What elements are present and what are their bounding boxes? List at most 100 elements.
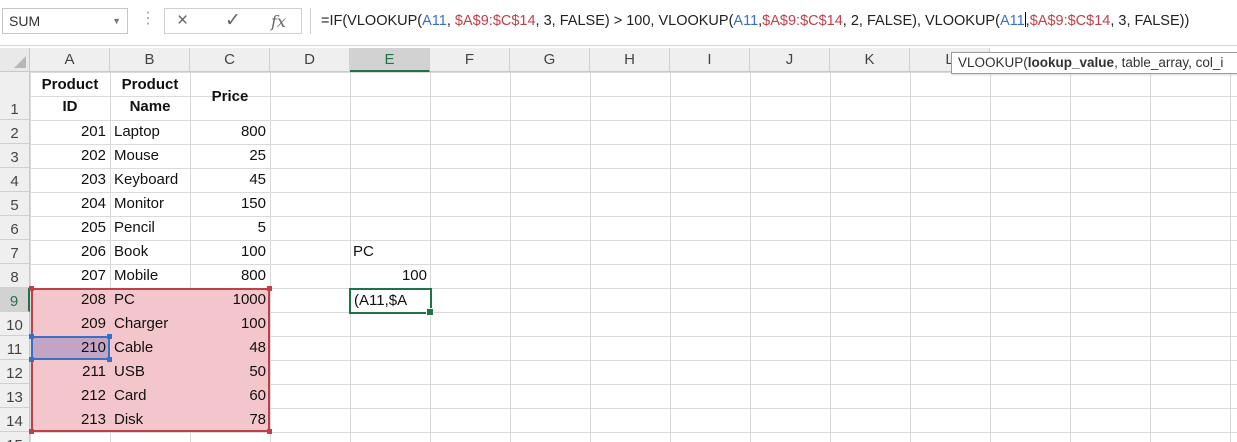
cell-e7[interactable]: PC — [353, 241, 374, 263]
product-id-cell[interactable]: 203 — [30, 169, 106, 191]
row-number: 9 — [9, 293, 19, 310]
product-name-cell[interactable]: Pencil — [114, 217, 155, 239]
price-cell[interactable]: 45 — [190, 169, 266, 191]
range-corner-handle[interactable] — [267, 286, 272, 291]
product-id-cell[interactable]: 207 — [30, 265, 106, 287]
product-name-cell[interactable]: Book — [114, 241, 148, 263]
range-corner-handle[interactable] — [267, 429, 272, 434]
product-id-cell[interactable]: 206 — [30, 241, 106, 263]
row-header-15[interactable]: 15 — [0, 432, 30, 442]
column-header-c[interactable]: C — [190, 48, 270, 72]
row-header-9[interactable]: 9 — [0, 288, 30, 312]
price-cell[interactable]: 1000 — [190, 289, 266, 311]
product-name-cell[interactable]: Keyboard — [114, 169, 178, 191]
price-cell[interactable]: 5 — [190, 217, 266, 239]
name-box[interactable]: SUM ▼ — [2, 8, 128, 34]
cell-b1-line1: Product — [121, 76, 179, 93]
price-cell[interactable]: 48 — [190, 337, 266, 359]
formula-text: =IF(VLOOKUP(A11, $A$9:$C$14, 3, FALSE) >… — [321, 12, 1189, 29]
column-header-a[interactable]: A — [30, 48, 110, 72]
price-cell[interactable]: 25 — [190, 145, 266, 167]
price-cell[interactable]: 50 — [190, 361, 266, 383]
product-id-cell[interactable]: 204 — [30, 193, 106, 215]
column-header-e[interactable]: E — [350, 48, 430, 72]
column-header-b[interactable]: B — [110, 48, 190, 72]
fill-handle[interactable] — [426, 308, 434, 316]
price-cell[interactable]: 150 — [190, 193, 266, 215]
row-header-11[interactable]: 11 — [0, 336, 30, 360]
product-id-cell[interactable]: 211 — [30, 361, 106, 383]
chevron-down-icon[interactable]: ▼ — [112, 16, 121, 26]
row-header-4[interactable]: 4 — [0, 168, 30, 192]
product-id-cell[interactable]: 208 — [30, 289, 106, 311]
formula-input[interactable]: =IF(VLOOKUP(A11, $A$9:$C$14, 3, FALSE) >… — [310, 8, 1237, 34]
row-number: 14 — [6, 413, 23, 430]
product-id-cell[interactable]: 212 — [30, 385, 106, 407]
formula-part: A11 — [733, 13, 759, 29]
tooltip-current-arg[interactable]: lookup_value — [1028, 55, 1114, 70]
product-name-cell[interactable]: Mobile — [114, 265, 158, 287]
formula-part: A11 — [999, 13, 1025, 29]
column-header-k[interactable]: K — [830, 48, 910, 72]
product-name-cell[interactable]: Charger — [114, 313, 168, 335]
product-id-cell[interactable]: 209 — [30, 313, 106, 335]
price-cell[interactable]: 800 — [190, 121, 266, 143]
product-name-cell[interactable]: Card — [114, 385, 147, 407]
row-header-3[interactable]: 3 — [0, 144, 30, 168]
price-cell[interactable]: 100 — [190, 241, 266, 263]
formula-buttons: × ✓ fx — [164, 8, 302, 34]
price-cell[interactable]: 100 — [190, 313, 266, 335]
row-header-5[interactable]: 5 — [0, 192, 30, 216]
row-header-12[interactable]: 12 — [0, 360, 30, 384]
column-header-g[interactable]: G — [510, 48, 590, 72]
row-header-14[interactable]: 14 — [0, 408, 30, 432]
product-id-cell[interactable]: 202 — [30, 145, 106, 167]
product-name-cell[interactable]: USB — [114, 361, 145, 383]
column-header-d[interactable]: D — [270, 48, 350, 72]
row-number: 15 — [0, 437, 29, 442]
product-id-cell[interactable]: 213 — [30, 409, 106, 431]
product-name-cell[interactable]: PC — [114, 289, 135, 311]
product-name-cell[interactable]: Cable — [114, 337, 153, 359]
product-id-cell[interactable]: 205 — [30, 217, 106, 239]
row-header-13[interactable]: 13 — [0, 384, 30, 408]
column-header-h[interactable]: H — [590, 48, 670, 72]
product-name-cell[interactable]: Monitor — [114, 193, 164, 215]
row-header-7[interactable]: 7 — [0, 240, 30, 264]
row-number: 6 — [10, 221, 19, 238]
insert-function-icon[interactable]: fx — [271, 12, 286, 32]
row-header-1[interactable]: 1 — [0, 72, 30, 120]
active-cell-e9[interactable]: (A11,$A — [349, 288, 434, 316]
row-header-6[interactable]: 6 — [0, 216, 30, 240]
cancel-icon[interactable]: × — [177, 11, 188, 31]
function-tooltip[interactable]: VLOOKUP(lookup_value, table_array, col_i — [951, 52, 1237, 74]
cell-c1[interactable]: Price — [190, 86, 270, 108]
column-header-i[interactable]: I — [670, 48, 750, 72]
price-cell[interactable]: 78 — [190, 409, 266, 431]
row-number: 2 — [10, 125, 19, 142]
cell-corner-handle[interactable] — [107, 334, 112, 339]
cell-a1[interactable]: Product ID — [30, 74, 110, 118]
drag-handle-icon[interactable]: ⋮ — [140, 10, 156, 28]
row-header-2[interactable]: 2 — [0, 120, 30, 144]
cell-corner-handle[interactable] — [107, 357, 112, 362]
product-name-cell[interactable]: Disk — [114, 409, 143, 431]
price-cell[interactable]: 60 — [190, 385, 266, 407]
cell-b1[interactable]: Product Name — [110, 74, 190, 118]
enter-icon[interactable]: ✓ — [225, 11, 241, 31]
product-name-cell[interactable]: Laptop — [114, 121, 160, 143]
row-header-8[interactable]: 8 — [0, 264, 30, 288]
select-all-button[interactable] — [0, 48, 30, 72]
formula-part: $A$9:$C$14 — [1029, 13, 1111, 29]
product-name-cell[interactable]: Mouse — [114, 145, 159, 167]
cell-e8[interactable]: 100 — [350, 265, 427, 287]
column-header-f[interactable]: F — [430, 48, 510, 72]
cell-b1-line2: Name — [129, 98, 171, 115]
column-header-j[interactable]: J — [750, 48, 830, 72]
product-id-cell[interactable]: 210 — [30, 337, 106, 359]
product-id-cell[interactable]: 201 — [30, 121, 106, 143]
price-cell[interactable]: 800 — [190, 265, 266, 287]
tooltip-func[interactable]: VLOOKUP( — [958, 55, 1028, 70]
row-header-10[interactable]: 10 — [0, 312, 30, 336]
row-number: 3 — [10, 149, 19, 166]
